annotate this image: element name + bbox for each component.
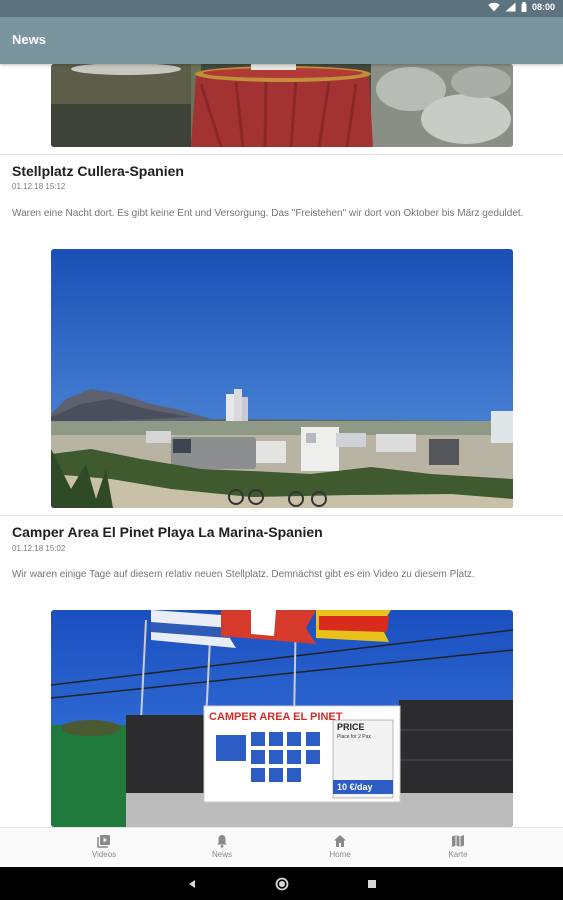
post-divider (0, 515, 563, 516)
post-photo[interactable]: CAMPER AREA EL PINET PRICE Place for 2 P… (51, 610, 513, 827)
signal-icon (505, 2, 516, 12)
status-bar: 08:00 (0, 0, 563, 17)
nav-label-karte: Karte (448, 850, 468, 859)
post-photo-previous[interactable] (51, 64, 513, 147)
post-date: 01.12.18 15:02 (12, 544, 66, 553)
sign-price-value: 10 €/day (337, 782, 373, 792)
nav-item-karte[interactable]: Karte (418, 834, 498, 859)
post-title[interactable]: Stellplatz Cullera-Spanien (12, 163, 184, 179)
sign-price-label: PRICE (337, 722, 365, 732)
nav-label-news: News (211, 850, 232, 859)
post-divider (0, 154, 563, 155)
nav-label-home: Home (329, 850, 351, 859)
app-bar: News (0, 17, 563, 64)
nav-item-home[interactable]: Home (300, 834, 380, 859)
video-library-icon (64, 834, 144, 848)
post-title[interactable]: Camper Area El Pinet Playa La Marina-Spa… (12, 524, 323, 540)
bottom-navigation: Videos News Home Karte (0, 827, 563, 867)
bell-icon (182, 834, 262, 848)
nav-item-videos[interactable]: Videos (64, 834, 144, 859)
home-circle-icon[interactable] (262, 867, 302, 900)
post-text: Waren eine Nacht dort. Es gibt keine Ent… (12, 208, 524, 219)
map-icon (418, 834, 498, 848)
battery-icon (521, 2, 527, 12)
post-text: Wir waren einige Tage auf diesem relativ… (12, 569, 475, 580)
wifi-icon (488, 2, 500, 12)
sign-headline: CAMPER AREA EL PINET (209, 711, 343, 723)
nav-label-videos: Videos (91, 850, 117, 859)
recents-icon[interactable] (352, 867, 392, 900)
post-date: 01.12.18 15:12 (12, 182, 66, 191)
back-icon[interactable] (172, 867, 212, 900)
page-title: News (12, 32, 46, 47)
clock-time: 08:00 (531, 2, 555, 12)
nav-item-news[interactable]: News (182, 834, 262, 859)
post-photo[interactable] (51, 249, 513, 508)
system-navigation-bar (0, 867, 563, 900)
home-icon (300, 834, 380, 848)
news-feed[interactable]: Stellplatz Cullera-Spanien 01.12.18 15:1… (0, 64, 563, 827)
status-icons: 08:00 (488, 2, 555, 12)
sign-price-sub: Place for 2 Pax (337, 734, 371, 740)
